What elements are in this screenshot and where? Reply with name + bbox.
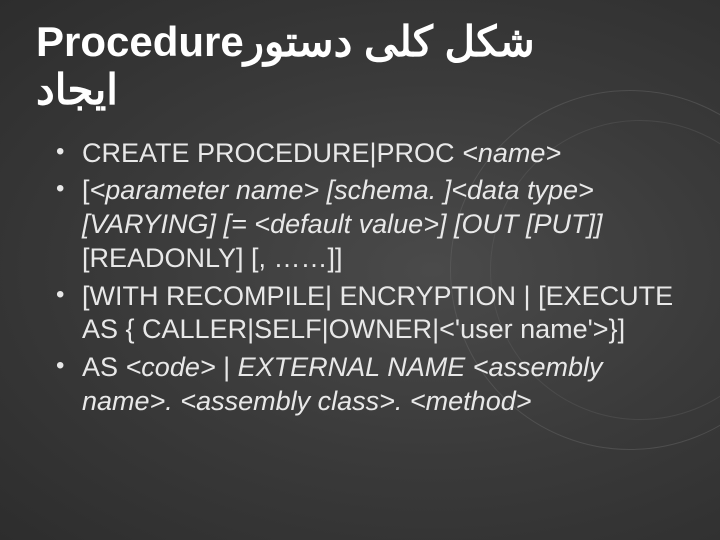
slide-title: Procedureشکل کلی دستور ایجاد bbox=[36, 18, 684, 115]
title-right: شکل کلی دستور bbox=[244, 18, 535, 65]
text-segment: <code> bbox=[126, 352, 216, 382]
list-item: AS <code> | EXTERNAL NAME <assembly name… bbox=[56, 351, 684, 419]
text-segment: [WITH RECOMPILE| ENCRYPTION | [EXECUTE A… bbox=[82, 281, 673, 345]
list-item: [WITH RECOMPILE| ENCRYPTION | [EXECUTE A… bbox=[56, 280, 684, 348]
text-segment: | bbox=[216, 352, 238, 382]
text-segment: [READONLY] [, ……]] bbox=[82, 243, 343, 273]
text-segment: AS bbox=[82, 352, 126, 382]
list-item: [<parameter name> [schema. ]<data type> … bbox=[56, 174, 684, 275]
title-line-1: Procedureشکل کلی دستور bbox=[36, 18, 684, 66]
list-item: CREATE PROCEDURE|PROC <name> bbox=[56, 137, 684, 171]
text-segment: CREATE PROCEDURE|PROC bbox=[82, 138, 462, 168]
text-segment: [ bbox=[82, 175, 90, 205]
text-segment: <name> bbox=[462, 138, 561, 168]
slide-container: Procedureشکل کلی دستور ایجاد CREATE PROC… bbox=[0, 0, 720, 540]
bullet-list: CREATE PROCEDURE|PROC <name>[<parameter … bbox=[36, 137, 684, 419]
title-left: Procedure bbox=[36, 18, 244, 65]
title-line-2: ایجاد bbox=[36, 66, 684, 114]
text-segment: <parameter name> [schema. ]<data type> [… bbox=[82, 175, 602, 239]
